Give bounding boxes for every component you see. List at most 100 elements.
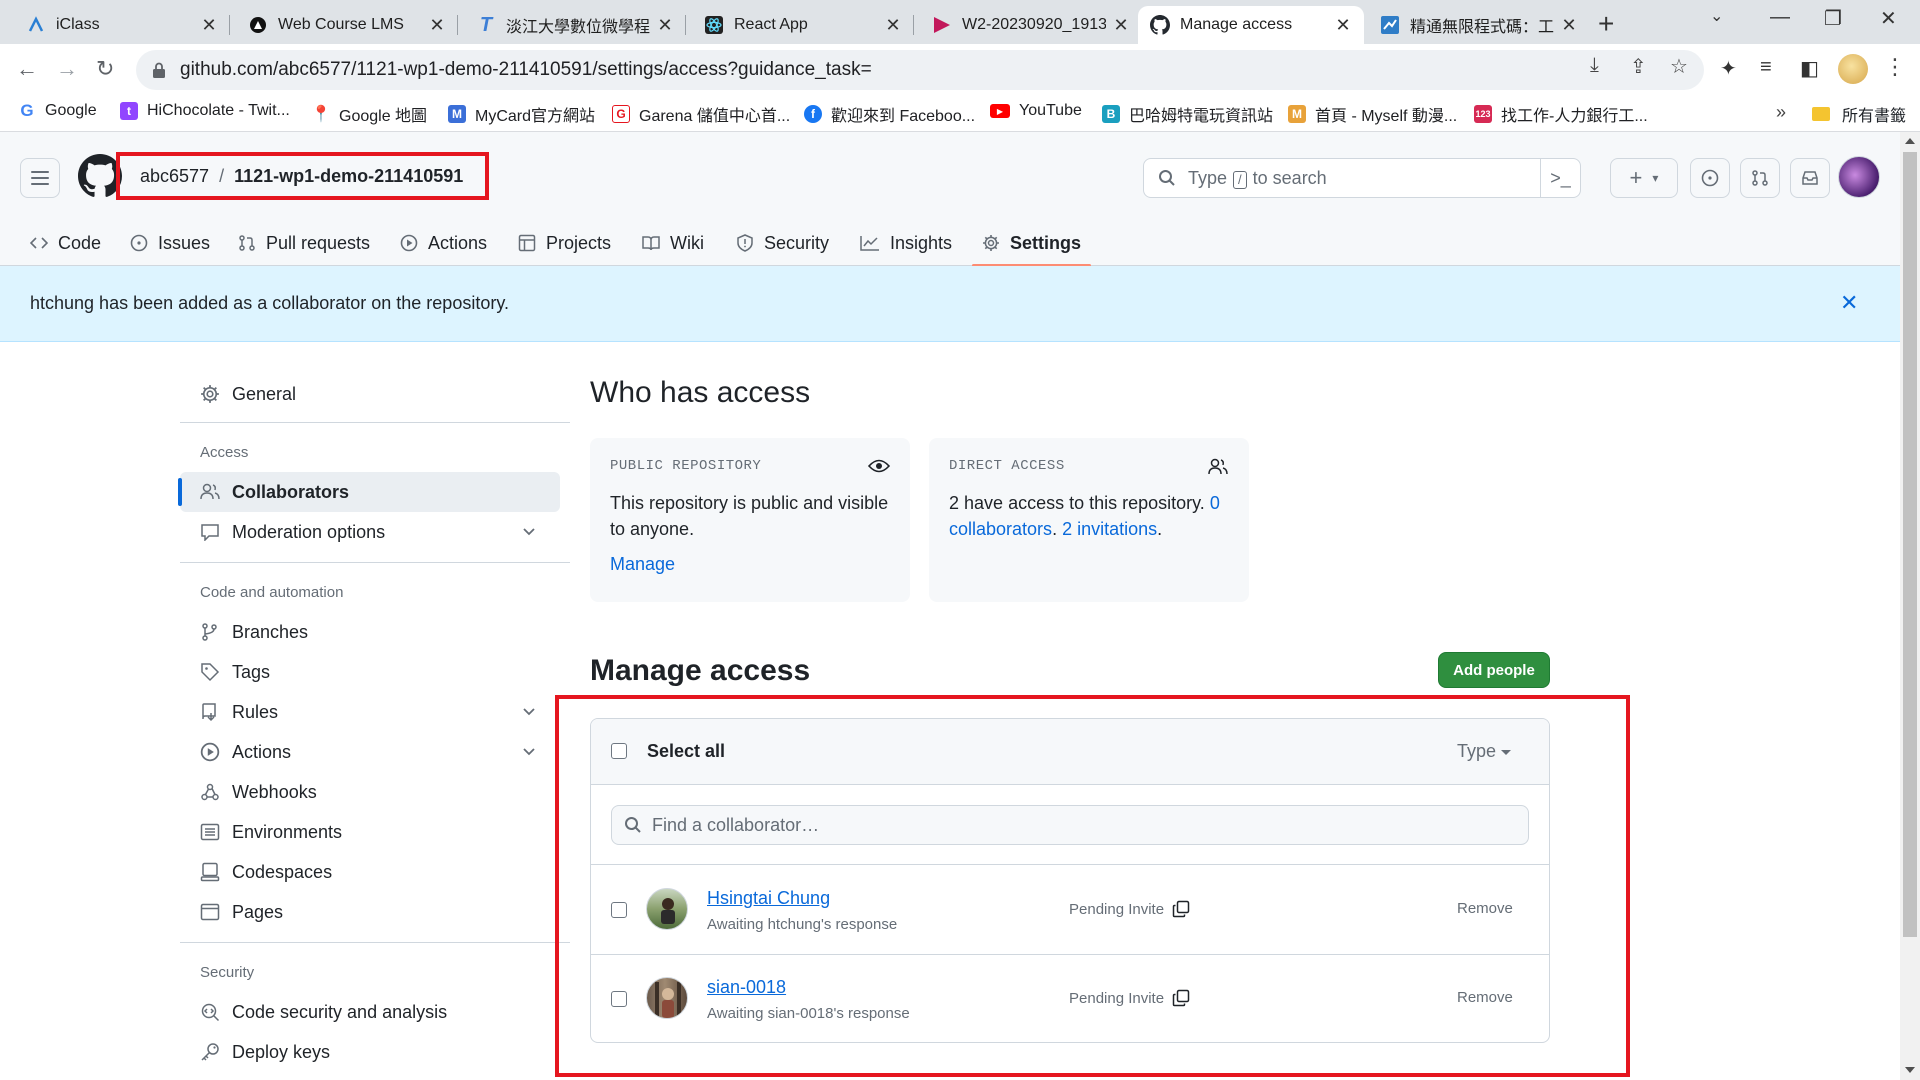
side-panel-icon[interactable]: ◧ [1800, 56, 1819, 81]
bookmark-bahamut[interactable]: B 巴哈姆特電玩資訊站 [1102, 102, 1273, 126]
tab-pull-requests[interactable]: Pull requests [238, 220, 370, 266]
tab-search-icon[interactable]: ⌄ [1710, 6, 1723, 26]
tab-issues[interactable]: Issues [130, 220, 210, 266]
sidebar-item-environments[interactable]: Environments [180, 812, 560, 852]
reload-icon[interactable]: ↻ [96, 56, 114, 82]
close-tab-icon[interactable]: ✕ [200, 15, 218, 36]
pull-requests-button[interactable] [1740, 158, 1780, 198]
close-tab-icon[interactable]: ✕ [1560, 15, 1578, 36]
member-name-link[interactable]: sian-0018 [707, 977, 786, 998]
tab-actions[interactable]: Actions [400, 220, 487, 266]
more-bookmarks-icon[interactable]: » [1776, 102, 1786, 123]
scrollbar-thumb[interactable] [1903, 152, 1917, 937]
tab-security[interactable]: Security [736, 220, 829, 266]
close-tab-icon[interactable]: ✕ [1334, 15, 1352, 36]
create-new-button[interactable]: + ▾ [1610, 158, 1678, 198]
browser-tab-iclass[interactable]: iClass ✕ [14, 6, 230, 44]
tab-wiki[interactable]: Wiki [642, 220, 704, 266]
chevron-down-icon[interactable] [522, 524, 536, 538]
close-icon[interactable]: ✕ [1840, 290, 1858, 316]
sidebar-item-codespaces[interactable]: Codespaces [180, 852, 560, 892]
close-tab-icon[interactable]: ✕ [656, 15, 674, 36]
sidebar-item-general[interactable]: General [180, 374, 560, 414]
close-tab-icon[interactable]: ✕ [428, 15, 446, 36]
share-icon[interactable]: ⇪ [1630, 54, 1647, 79]
hamburger-menu-icon[interactable] [20, 158, 60, 198]
close-tab-icon[interactable]: ✕ [884, 15, 902, 36]
bookmark-facebook[interactable]: f 歡迎來到 Faceboo... [804, 102, 975, 126]
page-scrollbar[interactable] [1900, 132, 1920, 1080]
install-app-icon[interactable]: ⤓ [1590, 54, 1599, 77]
issues-button[interactable] [1690, 158, 1730, 198]
extensions-icon[interactable]: ✦ [1720, 56, 1737, 81]
sidebar-item-deploy-keys[interactable]: Deploy keys [180, 1032, 560, 1072]
repo-owner-link[interactable]: abc6577 [140, 166, 209, 186]
sidebar-item-webhooks[interactable]: Webhooks [180, 772, 560, 812]
sidebar-item-collaborators[interactable]: Collaborators [178, 472, 560, 512]
sidebar-item-code-security[interactable]: Code security and analysis [180, 992, 560, 1032]
browser-tab-lms[interactable]: Web Course LMS ✕ [236, 6, 458, 44]
url-bar[interactable]: github.com/abc6577/1121-wp1-demo-2114105… [136, 50, 1704, 90]
tab-projects[interactable]: Projects [518, 220, 611, 266]
browser-profile-avatar[interactable] [1838, 54, 1868, 84]
copy-icon[interactable] [1172, 900, 1190, 918]
repo-name-link[interactable]: 1121-wp1-demo-211410591 [234, 166, 463, 186]
forward-arrow-icon[interactable]: → [56, 56, 78, 82]
sidebar-item-actions[interactable]: Actions [180, 732, 560, 772]
remove-button[interactable]: Remove [1457, 989, 1513, 1006]
star-icon[interactable]: ☆ [1670, 54, 1688, 79]
minimize-button[interactable]: — [1770, 6, 1790, 29]
bookmark-1111[interactable]: 123 找工作-人力銀行工... [1474, 102, 1648, 126]
bookmark-hichocolate[interactable]: t HiChocolate - Twit... [120, 102, 290, 120]
bookmark-garena[interactable]: G Garena 儲值中心首... [612, 102, 790, 126]
tab-insights[interactable]: Insights [860, 220, 952, 266]
people-icon [200, 483, 220, 500]
bookmark-google[interactable]: G Google [18, 101, 96, 120]
sidebar-item-label: Tags [232, 661, 271, 682]
browser-tab-video[interactable]: W2-20230920_1913 ✕ [920, 6, 1142, 44]
browser-tab-site[interactable]: 精通無限程式碼：工具 ✕ [1368, 6, 1590, 44]
close-window-button[interactable]: ✕ [1880, 6, 1897, 31]
member-name-link[interactable]: Hsingtai Chung [707, 888, 830, 909]
add-people-button[interactable]: Add people [1438, 652, 1550, 688]
sidebar-item-pages[interactable]: Pages [180, 892, 560, 932]
bookmark-google-maps[interactable]: 📍 Google 地圖 [311, 102, 427, 126]
manage-visibility-link[interactable]: Manage [610, 554, 890, 575]
sidebar-item-branches[interactable]: Branches [180, 612, 560, 652]
invitations-count-link[interactable]: 2 invitations [1062, 519, 1157, 539]
remove-button[interactable]: Remove [1457, 900, 1513, 917]
find-collaborator-input[interactable] [652, 814, 1512, 836]
row-checkbox[interactable] [611, 991, 627, 1007]
user-avatar[interactable] [1838, 156, 1880, 198]
sidebar-item-rules[interactable]: Rules [180, 692, 560, 732]
bookmark-youtube[interactable]: ▶ YouTube [990, 102, 1082, 120]
browser-tab-tku[interactable]: T 淡江大學數位微學程 | ✕ [464, 6, 686, 44]
copy-icon[interactable] [1172, 989, 1190, 1007]
type-filter-dropdown[interactable]: Type [1457, 741, 1512, 762]
row-checkbox[interactable] [611, 902, 627, 918]
search-input[interactable]: Type / to search >_ [1143, 158, 1581, 198]
chevron-down-icon[interactable] [522, 704, 536, 718]
inbox-button[interactable] [1790, 158, 1830, 198]
bookmark-mycard[interactable]: M MyCard官方網站 [448, 102, 595, 126]
all-bookmarks[interactable]: 所有書籤 [1812, 102, 1906, 126]
browser-menu-icon[interactable]: ⋮ [1884, 54, 1906, 80]
sidebar-item-moderation[interactable]: Moderation options [180, 512, 560, 552]
command-palette-icon[interactable]: >_ [1540, 159, 1580, 197]
tab-code[interactable]: Code [30, 220, 101, 266]
new-tab-button[interactable]: + [1598, 8, 1614, 40]
close-tab-icon[interactable]: ✕ [1112, 15, 1130, 36]
restore-button[interactable]: ❐ [1824, 6, 1842, 31]
reading-list-icon[interactable]: ≡ [1760, 56, 1772, 79]
browser-tab-react[interactable]: React App ✕ [692, 6, 914, 44]
back-arrow-icon[interactable]: ← [16, 56, 38, 82]
scroll-down-arrow-icon[interactable] [1905, 1067, 1915, 1073]
find-collaborator-field[interactable] [611, 805, 1529, 845]
tab-settings[interactable]: Settings [971, 220, 1092, 267]
sidebar-item-tags[interactable]: Tags [180, 652, 560, 692]
bookmark-myself[interactable]: M 首頁 - Myself 動漫... [1288, 102, 1457, 126]
scroll-up-arrow-icon[interactable] [1905, 138, 1915, 144]
browser-tab-manage-access[interactable]: Manage access ✕ [1138, 6, 1364, 44]
select-all-checkbox[interactable] [611, 743, 627, 759]
chevron-down-icon[interactable] [522, 744, 536, 758]
